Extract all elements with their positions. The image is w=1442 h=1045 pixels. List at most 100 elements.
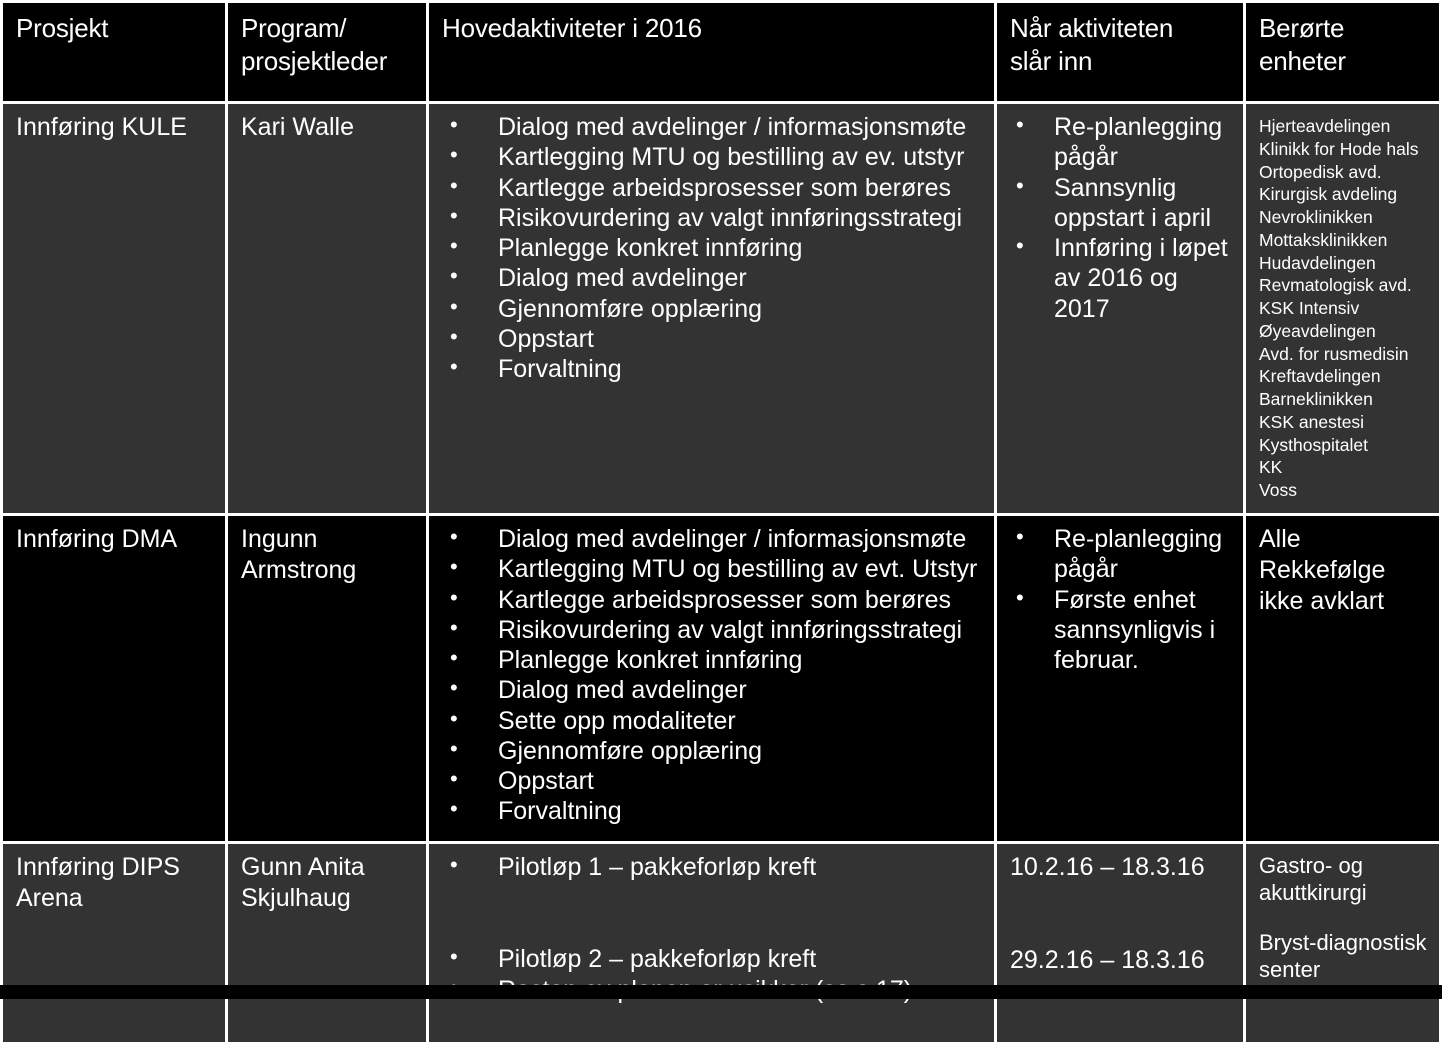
- timing-list: Re-planlegging pågår Første enhet sannsy…: [1010, 523, 1235, 676]
- activity-list-group-1: Pilotløp 1 – pakkeforløp kreft: [442, 851, 986, 882]
- list-item: akuttkirurgi: [1259, 880, 1367, 906]
- list-item: Risikovurdering av valgt innføringsstrat…: [442, 614, 986, 645]
- table-header: Prosjekt Program/ prosjektleder Hovedakt…: [0, 0, 1442, 104]
- project-name: Innføring DMA: [16, 525, 178, 553]
- project-name: Innføring KULE: [16, 113, 187, 141]
- table-row: Innføring DMA Ingunn Armstrong Dialog me…: [0, 516, 1442, 844]
- header-label-program: Program/: [241, 13, 347, 43]
- list-item: Kartlegge arbeidsprosesser som berøres: [442, 583, 986, 615]
- project-lead: Ingunn Armstrong: [241, 525, 357, 584]
- cell-prosjekt-row1: Innføring KULE: [0, 104, 228, 516]
- list-item: Rekkefølge: [1259, 556, 1386, 584]
- list-item: Pilotløp 2 – pakkeforløp kreft: [442, 943, 986, 974]
- list-item: Dialog med avdelinger: [442, 674, 986, 705]
- cell-enheter-row3: Gastro- og akuttkirurgi Bryst-diagnostis…: [1246, 844, 1442, 1045]
- list-item: Klinikk for Hode hals: [1259, 138, 1419, 159]
- list-item: Hjerteavdelingen: [1259, 116, 1391, 136]
- cell-prosjektleder-row2: Ingunn Armstrong: [228, 516, 429, 844]
- table-body: Innføring KULE Kari Walle Dialog med avd…: [0, 104, 1442, 1045]
- list-item: Kartlegging MTU og bestilling av ev. uts…: [442, 141, 986, 172]
- cell-enheter-row1: Hjerteavdelingen Klinikk for Hode hals O…: [1246, 104, 1442, 516]
- cell-hovedaktiviteter-row2: Dialog med avdelinger / informasjonsmøte…: [429, 516, 997, 844]
- list-item: Alle: [1259, 525, 1301, 553]
- list-item: Oppstart: [442, 323, 986, 354]
- cell-prosjekt-row3: Innføring DIPS Arena: [0, 844, 228, 1045]
- list-item: Øyeavdelingen: [1259, 320, 1376, 341]
- list-item: Avd. for rusmedisin: [1259, 343, 1409, 364]
- list-item: Re-planlegging pågår: [1010, 111, 1235, 173]
- list-item: ikke avklart: [1259, 587, 1385, 615]
- list-item: Revmatologisk avd.: [1259, 275, 1412, 296]
- list-item: Innføring i løpet av 2016 og 2017: [1010, 232, 1235, 324]
- cell-naar-row3: 10.2.16 – 18.3.16 29.2.16 – 18.3.16: [997, 844, 1246, 1045]
- header-label-prosjektleder: prosjektleder: [241, 46, 388, 77]
- header-label-enheter-line2: enheter: [1259, 46, 1346, 77]
- date-range-1: 10.2.16 – 18.3.16: [1010, 853, 1205, 881]
- cell-hovedaktiviteter-row3: Pilotløp 1 – pakkeforløp kreft Pilotløp …: [429, 844, 997, 1045]
- header-label-enheter-line1: Berørte: [1259, 13, 1345, 43]
- list-item: Sette opp modaliteter: [442, 704, 986, 736]
- list-item: Gjennomføre opplæring: [442, 735, 986, 766]
- list-item: KK: [1259, 457, 1283, 478]
- activity-list: Dialog med avdelinger / informasjonsmøte…: [442, 111, 986, 384]
- list-item: KSK anestesi: [1259, 411, 1365, 432]
- project-lead: Gunn Anita Skjulhaug: [241, 853, 365, 912]
- project-lead: Kari Walle: [241, 113, 354, 141]
- list-item: Sannsynlig oppstart i april: [1010, 172, 1235, 234]
- list-item: Risikovurdering av valgt innføringsstrat…: [442, 202, 986, 233]
- bottom-black-strip: [0, 985, 1442, 999]
- list-item: Gastro- og: [1259, 853, 1363, 878]
- list-item: Mottaksklinikken: [1259, 229, 1388, 250]
- table-row: Innføring DIPS Arena Gunn Anita Skjulhau…: [0, 844, 1442, 1045]
- cell-prosjekt-row2: Innføring DMA: [0, 516, 228, 844]
- cell-prosjektleder-row1: Kari Walle: [228, 104, 429, 516]
- project-activities-table: Prosjekt Program/ prosjektleder Hovedakt…: [0, 0, 1442, 1045]
- list-item: Dialog med avdelinger / informasjonsmøte: [442, 523, 986, 554]
- project-name: Innføring DIPS Arena: [16, 853, 180, 912]
- header-cell-prosjekt: Prosjekt: [0, 0, 228, 104]
- cell-naar-row2: Re-planlegging pågår Første enhet sannsy…: [997, 516, 1246, 844]
- list-item: senter: [1259, 956, 1321, 982]
- list-item: Første enhet sannsynligvis i februar.: [1010, 584, 1235, 676]
- list-item: Pilotløp 1 – pakkeforløp kreft: [442, 851, 986, 882]
- affected-units-list: Hjerteavdelingen Klinikk for Hode hals O…: [1259, 115, 1431, 502]
- header-label-naar-line1: Når aktiviteten: [1010, 13, 1174, 43]
- list-item: Kartlegging MTU og bestilling av evt. Ut…: [442, 553, 986, 584]
- header-row: Prosjekt Program/ prosjektleder Hovedakt…: [0, 0, 1442, 104]
- timing-list: Re-planlegging pågår Sannsynlig oppstart…: [1010, 111, 1235, 324]
- header-label-prosjekt: Prosjekt: [16, 13, 109, 43]
- slide-canvas: Prosjekt Program/ prosjektleder Hovedakt…: [0, 0, 1442, 1045]
- list-item: Gjennomføre opplæring: [442, 292, 986, 324]
- list-item: KSK Intensiv: [1259, 298, 1360, 318]
- list-item: Bryst-diagnostisk: [1259, 929, 1427, 955]
- list-item: Voss: [1259, 480, 1297, 500]
- header-label-naar-line2: slår inn: [1010, 46, 1093, 77]
- list-item: Kirurgisk avdeling: [1259, 184, 1398, 205]
- list-item: Forvaltning: [442, 795, 986, 826]
- list-item: Oppstart: [442, 765, 986, 796]
- header-cell-prosjektleder: Program/ prosjektleder: [228, 0, 429, 104]
- list-item: Hudavdelingen: [1259, 252, 1376, 273]
- list-item: Dialog med avdelinger / informasjonsmøte: [442, 111, 986, 142]
- date-range-2: 29.2.16 – 18.3.16: [1010, 946, 1205, 974]
- table-row: Innføring KULE Kari Walle Dialog med avd…: [0, 104, 1442, 516]
- list-item: Planlegge konkret innføring: [442, 232, 986, 263]
- list-item: Re-planlegging pågår: [1010, 523, 1235, 585]
- header-cell-hovedaktiviteter: Hovedaktiviteter i 2016: [429, 0, 997, 104]
- list-item: Nevroklinikken: [1259, 207, 1373, 227]
- activity-list: Dialog med avdelinger / informasjonsmøte…: [442, 523, 986, 827]
- cell-hovedaktiviteter-row1: Dialog med avdelinger / informasjonsmøte…: [429, 104, 997, 516]
- header-cell-enheter: Berørte enheter: [1246, 0, 1442, 104]
- cell-prosjektleder-row3: Gunn Anita Skjulhaug: [228, 844, 429, 1045]
- list-item: Barneklinikken: [1259, 389, 1373, 409]
- list-item: Kartlegge arbeidsprosesser som berøres: [442, 171, 986, 203]
- cell-enheter-row2: Alle Rekkefølge ikke avklart: [1246, 516, 1442, 844]
- list-item: Kreftavdelingen: [1259, 366, 1381, 387]
- list-item: Ortopedisk avd.: [1259, 161, 1382, 182]
- header-label-hovedaktiviteter: Hovedaktiviteter i 2016: [442, 13, 702, 43]
- list-item: Planlegge konkret innføring: [442, 644, 986, 675]
- list-item: Kysthospitalet: [1259, 434, 1368, 455]
- list-item: Dialog med avdelinger: [442, 262, 986, 293]
